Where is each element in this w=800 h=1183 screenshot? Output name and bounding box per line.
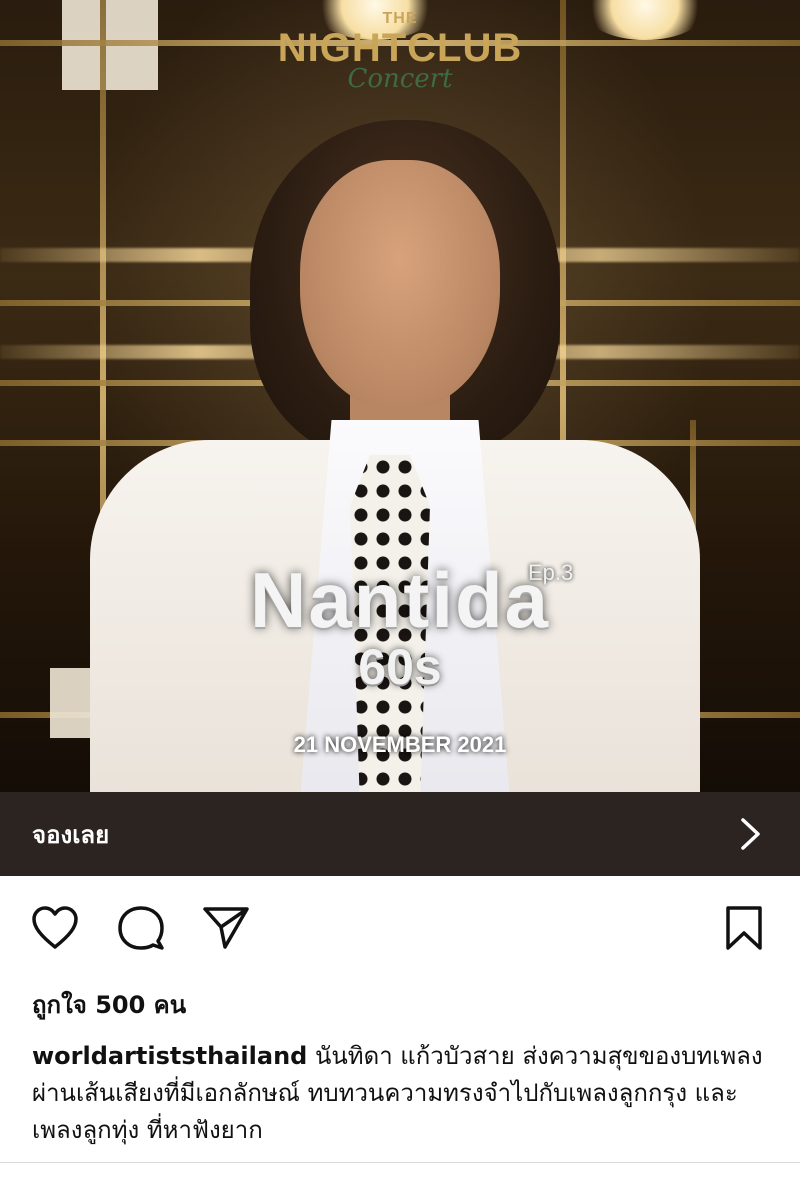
- nightclub-logo: THE NIGHTCLUB Concert: [0, 10, 800, 94]
- face: [300, 160, 500, 410]
- save-button[interactable]: [718, 904, 770, 956]
- divider: [0, 1162, 800, 1163]
- logo-script: Concert: [347, 64, 453, 94]
- decade-label: 60s: [358, 639, 442, 695]
- comment-icon: [117, 904, 165, 956]
- send-icon: [201, 905, 251, 955]
- bookmark-icon: [724, 905, 764, 955]
- book-now-label: จองเลย: [32, 820, 110, 849]
- title-block: Nantida 60s: [0, 560, 800, 694]
- chevron-right-icon: [740, 817, 762, 851]
- logo-main: NIGHTCLUB: [277, 26, 523, 70]
- post-actions: [0, 876, 800, 984]
- caption-username[interactable]: worldartiststhailand: [32, 1042, 307, 1070]
- like-button[interactable]: [29, 904, 81, 956]
- heart-icon: [30, 905, 80, 955]
- event-date: 21 NOVEMBER 2021: [293, 732, 507, 757]
- artist-name: Nantida: [249, 556, 551, 644]
- book-now-bar[interactable]: จองเลย: [0, 792, 800, 876]
- post-image[interactable]: THE NIGHTCLUB Concert Ep.3 Nantida 60s 2…: [0, 0, 800, 792]
- likes-count[interactable]: ถูกใจ 500 คน: [32, 985, 186, 1024]
- share-button[interactable]: [200, 904, 252, 956]
- comment-button[interactable]: [115, 904, 167, 956]
- post-caption: worldartiststhailand นันทิดา แก้วบัวสาย …: [32, 1038, 772, 1149]
